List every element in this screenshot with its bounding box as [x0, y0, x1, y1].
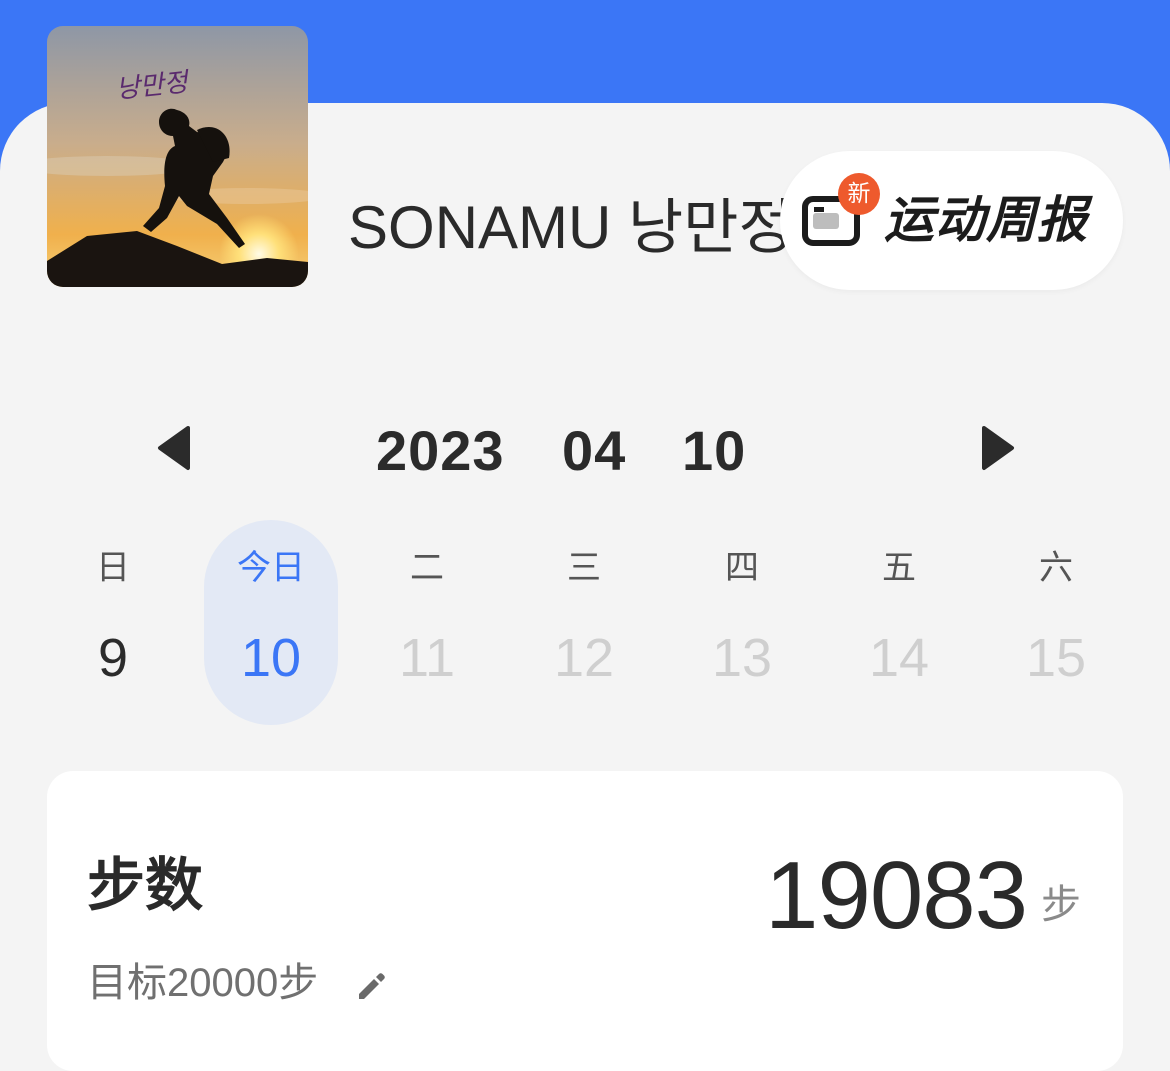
day-number: 12 [553, 628, 615, 688]
steps-goal: 目标20000步 [87, 961, 319, 1005]
day-number: 9 [97, 628, 129, 688]
new-badge: 新 [838, 173, 880, 215]
avatar[interactable]: 낭만정 [47, 26, 308, 287]
day-today[interactable]: 今日 10 [204, 520, 338, 725]
weekly-report-label: 运动周报 [884, 191, 1088, 249]
weekly-report-button[interactable]: 新 运动周报 [780, 151, 1123, 290]
triangle-left-icon[interactable] [150, 420, 200, 476]
day-name: 六 [1039, 548, 1073, 588]
date-month[interactable]: 04 [562, 418, 626, 484]
day-number: 11 [398, 628, 456, 688]
day-thursday[interactable]: 四 13 [675, 520, 809, 725]
username: SONAMU 낭만정 [348, 194, 788, 261]
week-strip: 日 9 今日 10 二 11 三 12 四 13 五 14 六 15 [34, 520, 1136, 725]
steps-card[interactable]: 步数 目标20000步 19083 步 [47, 771, 1123, 1071]
day-number: 13 [711, 628, 773, 688]
date-day[interactable]: 10 [682, 418, 746, 484]
date-year[interactable]: 2023 [376, 418, 505, 484]
day-saturday[interactable]: 六 15 [989, 520, 1123, 725]
avatar-image: 낭만정 [47, 26, 308, 287]
steps-value: 19083 [765, 842, 1028, 949]
day-tuesday[interactable]: 二 11 [360, 520, 494, 725]
day-number: 15 [1025, 628, 1087, 688]
steps-unit: 步 [1041, 882, 1081, 928]
steps-title: 步数 [87, 851, 204, 919]
day-name: 五 [882, 548, 916, 588]
day-name: 四 [725, 548, 759, 588]
day-name: 三 [567, 548, 601, 588]
day-friday[interactable]: 五 14 [832, 520, 966, 725]
triangle-right-icon[interactable] [972, 420, 1022, 476]
day-name: 今日 [237, 548, 305, 588]
day-name: 二 [410, 548, 444, 588]
day-wednesday[interactable]: 三 12 [517, 520, 651, 725]
pencil-icon[interactable] [353, 967, 389, 1003]
day-number: 10 [240, 628, 302, 688]
day-number: 14 [868, 628, 930, 688]
day-sunday[interactable]: 日 9 [46, 520, 180, 725]
day-name: 日 [96, 548, 130, 588]
